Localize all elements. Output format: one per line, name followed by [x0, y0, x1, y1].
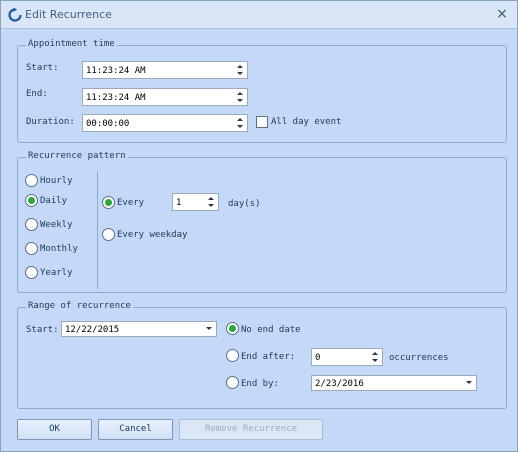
end-after-radio[interactable]	[226, 349, 239, 362]
close-icon[interactable]: ×	[493, 5, 511, 23]
start-time-spinner[interactable]: 11:23:24 AM	[82, 61, 248, 79]
hourly-label[interactable]: Hourly	[40, 176, 73, 186]
daily-radio[interactable]	[25, 194, 38, 207]
monthly-radio[interactable]	[25, 242, 38, 255]
hourly-radio[interactable]	[25, 174, 38, 187]
end-after-value: 0	[315, 353, 321, 363]
end-by-date-picker[interactable]: 2/23/2016	[311, 375, 477, 391]
chevron-down-icon[interactable]	[202, 322, 216, 336]
window-title: Edit Recurrence	[25, 8, 112, 21]
every-days-value: 1	[176, 198, 182, 208]
yearly-label[interactable]: Yearly	[40, 268, 73, 278]
end-by-radio[interactable]	[226, 376, 239, 389]
end-after-label[interactable]: End after:	[241, 352, 295, 362]
end-after-spinner[interactable]: 0	[311, 348, 383, 366]
range-start-value: 12/22/2015	[65, 325, 120, 335]
no-end-date-radio[interactable]	[226, 322, 239, 335]
weekly-label[interactable]: Weekly	[40, 220, 73, 230]
chevron-down-icon[interactable]	[462, 376, 476, 390]
range-start-date-picker[interactable]: 12/22/2015	[61, 321, 217, 337]
start-time-value: 11:23:24 AM	[86, 66, 146, 76]
every-weekday-radio[interactable]	[102, 228, 115, 241]
duration-label: Duration:	[26, 117, 75, 127]
spinner-arrows-icon[interactable]	[369, 349, 382, 365]
end-time-label: End:	[26, 89, 48, 99]
every-n-days-radio[interactable]	[102, 196, 115, 209]
daily-label[interactable]: Daily	[40, 196, 67, 206]
range-start-label: Start:	[26, 325, 59, 335]
recurrence-pattern-group: Recurrence pattern	[17, 151, 507, 293]
title-bar: Edit Recurrence ×	[1, 1, 517, 29]
end-time-value: 11:23:24 AM	[86, 93, 146, 103]
cancel-button[interactable]: Cancel	[98, 419, 173, 440]
every-label[interactable]: Every	[117, 198, 144, 208]
pattern-divider	[97, 171, 98, 289]
duration-value: 00:00:00	[86, 119, 130, 129]
no-end-date-label[interactable]: No end date	[241, 325, 301, 335]
every-days-spinner[interactable]: 1	[172, 193, 219, 211]
range-of-recurrence-label: Range of recurrence	[26, 301, 133, 311]
end-by-label[interactable]: End by:	[241, 379, 279, 389]
end-time-spinner[interactable]: 11:23:24 AM	[82, 88, 248, 106]
spinner-arrows-icon[interactable]	[234, 89, 247, 105]
occurrences-label: occurrences	[389, 353, 449, 363]
ok-button[interactable]: OK	[17, 419, 92, 440]
days-label: day(s)	[228, 199, 261, 209]
spinner-arrows-icon[interactable]	[234, 115, 247, 131]
all-day-label[interactable]: All day event	[271, 117, 341, 127]
duration-spinner[interactable]: 00:00:00	[82, 114, 248, 132]
every-weekday-label[interactable]: Every weekday	[117, 230, 187, 240]
edit-recurrence-dialog: Edit Recurrence × Appointment time Start…	[0, 0, 518, 452]
remove-recurrence-button[interactable]: Remove Recurrence	[179, 419, 323, 440]
yearly-radio[interactable]	[25, 266, 38, 279]
recurrence-pattern-label: Recurrence pattern	[26, 151, 128, 161]
spinner-arrows-icon[interactable]	[234, 62, 247, 78]
start-time-label: Start:	[26, 63, 59, 73]
weekly-radio[interactable]	[25, 218, 38, 231]
all-day-checkbox[interactable]	[256, 116, 268, 128]
monthly-label[interactable]: Monthly	[40, 244, 78, 254]
end-by-value: 2/23/2016	[315, 379, 364, 389]
appointment-time-label: Appointment time	[26, 39, 117, 49]
recurrence-icon	[8, 7, 22, 22]
spinner-arrows-icon[interactable]	[205, 194, 218, 210]
